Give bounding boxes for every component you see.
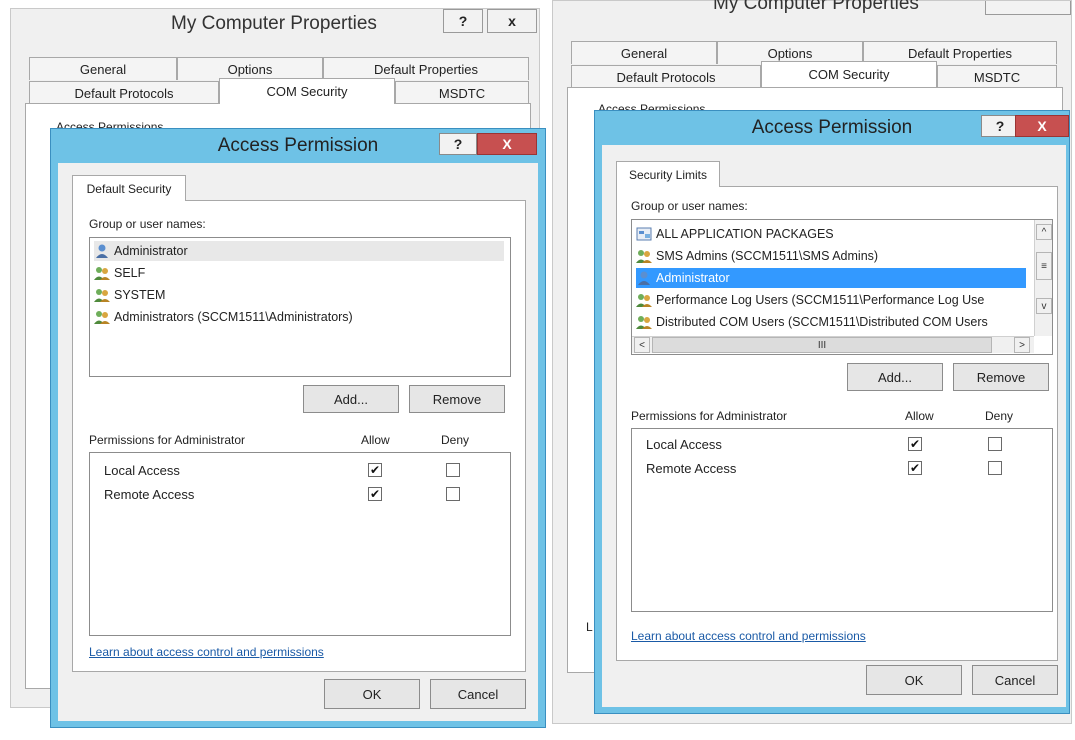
group-icon xyxy=(636,314,652,330)
horizontal-scrollbar[interactable]: < III > xyxy=(632,336,1034,353)
remote-access-allow-checkbox[interactable]: ✔ xyxy=(908,461,922,475)
left-group-names-label: Group or user names: xyxy=(89,217,206,231)
left-tab-general[interactable]: General xyxy=(29,57,177,80)
right-cancel-button[interactable]: Cancel xyxy=(972,665,1058,695)
right-tab-general[interactable]: General xyxy=(571,41,717,64)
user-name: SMS Admins (SCCM1511\SMS Admins) xyxy=(656,249,879,263)
group-icon xyxy=(94,309,110,325)
permission-name: Remote Access xyxy=(646,461,737,476)
right-group-names-label: Group or user names: xyxy=(631,199,748,213)
scroll-down-button[interactable]: v xyxy=(1036,298,1052,314)
remote-access-deny-checkbox[interactable] xyxy=(988,461,1002,475)
left-dialog-close-button[interactable]: X xyxy=(477,133,537,155)
right-permissions-list: Local Access ✔ Remote Access ✔ xyxy=(631,428,1053,612)
group-icon xyxy=(636,248,652,264)
right-tab-msdtc[interactable]: MSDTC xyxy=(937,65,1057,88)
permission-name: Remote Access xyxy=(104,487,195,502)
left-window-title: My Computer Properties xyxy=(171,13,377,34)
horizontal-scroll-thumb[interactable]: III xyxy=(652,337,992,353)
right-allow-header: Allow xyxy=(905,409,934,423)
remote-access-allow-checkbox[interactable]: ✔ xyxy=(368,487,382,501)
right-learn-more-link[interactable]: Learn about access control and permissio… xyxy=(631,629,866,643)
group-icon xyxy=(94,265,110,281)
left-user-listbox[interactable]: Administrator SELF SYSTEM Administrators… xyxy=(89,237,511,377)
scroll-thumb[interactable]: ≡ xyxy=(1036,252,1052,280)
left-tab-default-security[interactable]: Default Security xyxy=(72,175,186,201)
left-default-security-panel: Group or user names: Administrator SELF … xyxy=(72,200,526,672)
list-item[interactable]: SELF xyxy=(94,263,145,283)
right-tab-default-protocols[interactable]: Default Protocols xyxy=(571,65,761,88)
user-icon xyxy=(94,243,110,259)
left-dialog-help-button[interactable]: ? xyxy=(439,133,477,155)
list-item[interactable]: Distributed COM Users (SCCM1511\Distribu… xyxy=(636,312,988,332)
local-access-deny-checkbox[interactable] xyxy=(446,463,460,477)
list-item[interactable]: Administrators (SCCM1511\Administrators) xyxy=(94,307,353,327)
scroll-up-button[interactable]: ^ xyxy=(1036,224,1052,240)
right-user-listbox[interactable]: ALL APPLICATION PACKAGES SMS Admins (SCC… xyxy=(631,219,1053,355)
scroll-left-button[interactable]: < xyxy=(634,337,650,353)
list-item[interactable]: SMS Admins (SCCM1511\SMS Admins) xyxy=(636,246,878,266)
user-name: SYSTEM xyxy=(114,288,166,302)
left-remove-button[interactable]: Remove xyxy=(409,385,505,413)
user-name: Performance Log Users (SCCM1511\Performa… xyxy=(656,293,985,307)
left-window-close-button[interactable]: x xyxy=(487,9,537,33)
permission-name: Local Access xyxy=(104,463,180,478)
permission-name: Local Access xyxy=(646,437,722,452)
list-item[interactable]: Performance Log Users (SCCM1511\Performa… xyxy=(636,290,984,310)
local-access-deny-checkbox[interactable] xyxy=(988,437,1002,451)
right-add-button[interactable]: Add... xyxy=(847,363,943,391)
list-item[interactable]: SYSTEM xyxy=(94,285,165,305)
right-dialog-close-button[interactable]: X xyxy=(1015,115,1069,137)
right-permissions-label: Permissions for Administrator xyxy=(631,409,788,423)
list-item-selected[interactable]: Administrator xyxy=(636,268,1026,288)
list-item[interactable]: ALL APPLICATION PACKAGES xyxy=(636,224,834,244)
right-ok-button[interactable]: OK xyxy=(866,665,962,695)
user-name: Administrator xyxy=(114,244,188,258)
left-permissions-label: Permissions for Administrator xyxy=(89,433,246,447)
group-icon xyxy=(636,292,652,308)
left-cancel-button[interactable]: Cancel xyxy=(430,679,526,709)
group-icon xyxy=(94,287,110,303)
left-tab-default-protocols[interactable]: Default Protocols xyxy=(29,81,219,104)
packages-icon xyxy=(636,226,652,242)
right-dialog-body: Security Limits Group or user names: ALL… xyxy=(602,145,1066,707)
user-name: ALL APPLICATION PACKAGES xyxy=(656,227,834,241)
right-tab-security-limits[interactable]: Security Limits xyxy=(616,161,720,187)
left-window-help-button[interactable]: ? xyxy=(443,9,483,33)
right-deny-header: Deny xyxy=(985,409,1014,423)
left-tab-default-properties[interactable]: Default Properties xyxy=(323,57,529,80)
left-deny-header: Deny xyxy=(441,433,470,447)
vertical-scrollbar[interactable]: ^ ≡ v xyxy=(1034,220,1052,336)
user-name: Administrators (SCCM1511\Administrators) xyxy=(114,310,353,324)
local-access-allow-checkbox[interactable]: ✔ xyxy=(368,463,382,477)
right-access-permission-dialog: Access Permission ? X Security Limits Gr… xyxy=(594,110,1070,714)
left-tab-msdtc[interactable]: MSDTC xyxy=(395,81,529,104)
local-access-allow-checkbox[interactable]: ✔ xyxy=(908,437,922,451)
list-item[interactable]: Administrator xyxy=(94,241,504,261)
right-remove-button[interactable]: Remove xyxy=(953,363,1049,391)
left-tab-options[interactable]: Options xyxy=(177,57,323,80)
user-name: SELF xyxy=(114,266,146,280)
remote-access-deny-checkbox[interactable] xyxy=(446,487,460,501)
left-learn-more-link[interactable]: Learn about access control and permissio… xyxy=(89,645,324,659)
left-dialog-body: Default Security Group or user names: Ad… xyxy=(58,163,538,721)
left-allow-header: Allow xyxy=(361,433,390,447)
left-access-permission-dialog: Access Permission ? X Default Security G… xyxy=(50,128,546,728)
left-add-button[interactable]: Add... xyxy=(303,385,399,413)
user-icon xyxy=(636,270,652,286)
left-permissions-list: Local Access ✔ Remote Access ✔ xyxy=(89,452,511,636)
scroll-right-button[interactable]: > xyxy=(1014,337,1030,353)
user-name: Distributed COM Users (SCCM1511\Distribu… xyxy=(656,315,988,329)
left-tab-com-security[interactable]: COM Security xyxy=(219,78,395,104)
right-window-title-buttons xyxy=(985,1,1071,15)
left-ok-button[interactable]: OK xyxy=(324,679,420,709)
right-tab-com-security[interactable]: COM Security xyxy=(761,61,937,87)
user-name: Administrator xyxy=(656,271,730,285)
right-dialog-help-button[interactable]: ? xyxy=(981,115,1019,137)
right-window-title: My Computer Properties xyxy=(713,0,919,14)
right-security-limits-panel: Group or user names: ALL APPLICATION PAC… xyxy=(616,186,1058,661)
right-hidden-group-label: L xyxy=(586,620,593,634)
